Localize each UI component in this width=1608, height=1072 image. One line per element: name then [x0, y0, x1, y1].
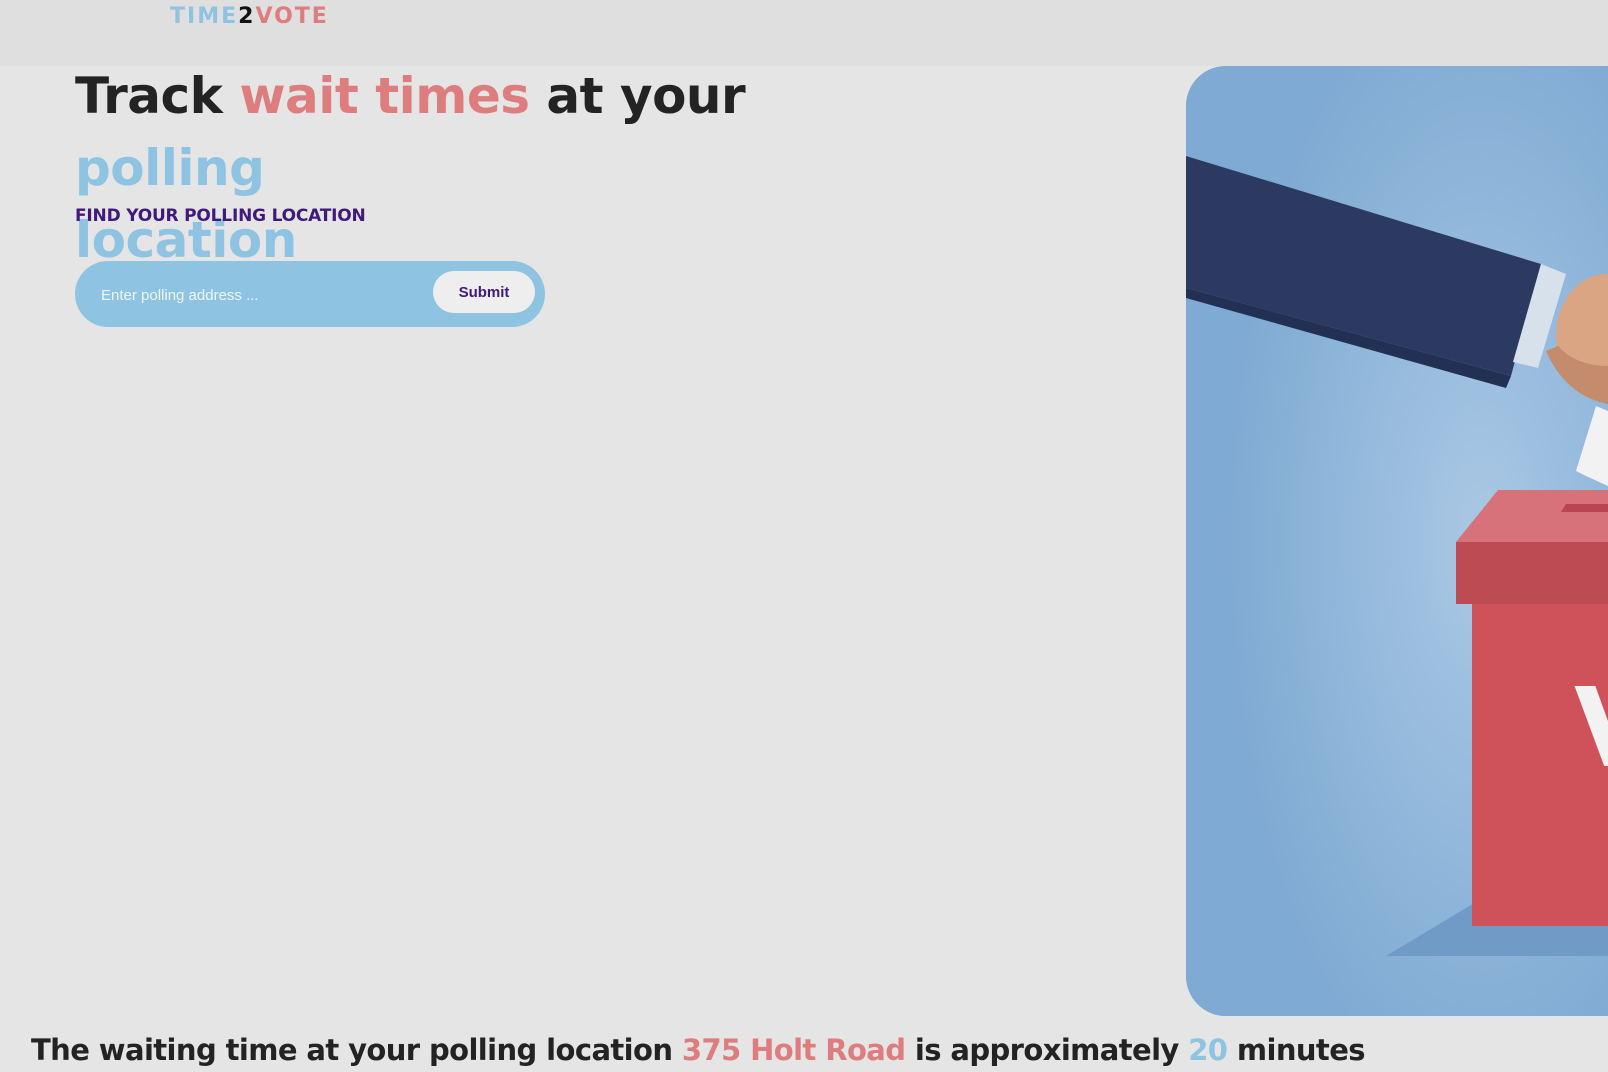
ballot-box-letter: V — [1574, 664, 1608, 792]
hero-illustration: V — [1186, 66, 1608, 1016]
ballot-box-rim — [1456, 542, 1608, 604]
logo-part-vote: VOTE — [255, 4, 329, 29]
headline-track: Track — [75, 67, 240, 125]
headline-wait-times: wait times — [239, 67, 530, 125]
logo-part-time: TIME — [170, 4, 239, 29]
site-logo[interactable]: TIME2VOTE — [170, 4, 329, 30]
address-search-input[interactable] — [99, 279, 423, 311]
headline-polling: polling — [75, 139, 265, 197]
headline-at-your: at your — [529, 67, 746, 125]
result-prefix: The waiting time at your polling locatio… — [31, 1033, 682, 1067]
submit-button[interactable]: Submit — [433, 271, 535, 313]
top-navbar: TIME2VOTE — [0, 0, 1608, 66]
result-middle: is approximately — [905, 1033, 1189, 1067]
result-minutes: 20 — [1188, 1033, 1228, 1067]
find-polling-location-label: FIND YOUR POLLING LOCATION — [75, 206, 366, 226]
address-search-form: Submit — [75, 261, 545, 327]
result-address: 375 Holt Road — [681, 1033, 906, 1067]
wait-time-result: The waiting time at your polling locatio… — [31, 1030, 1366, 1070]
voting-illustration: V — [1186, 66, 1608, 1016]
hero-headline: Track wait times at your polling location — [75, 60, 935, 276]
logo-part-2: 2 — [238, 4, 256, 29]
ballot-box-slot — [1561, 504, 1608, 512]
result-suffix: minutes — [1227, 1033, 1366, 1067]
